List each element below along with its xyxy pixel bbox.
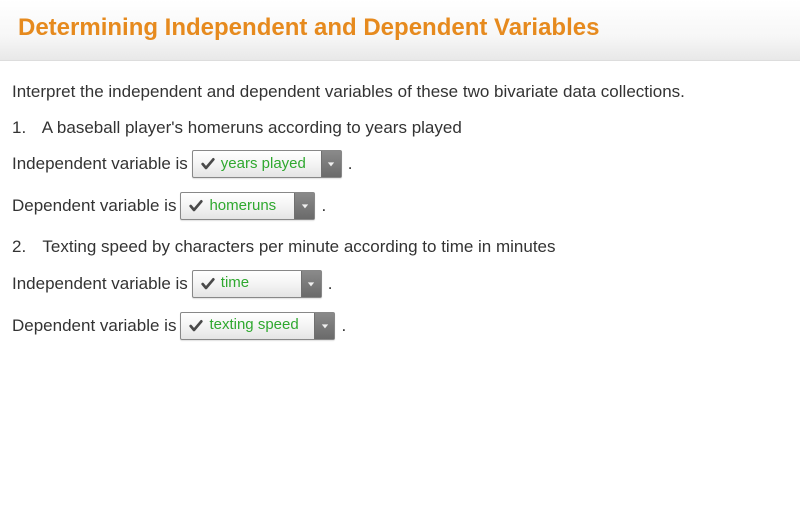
- dependent-label: Dependent variable is: [12, 313, 176, 339]
- dropdown-value: years played: [221, 153, 312, 176]
- item-number: 1.: [12, 115, 38, 141]
- item-prompt: A baseball player's homeruns according t…: [42, 118, 462, 137]
- item-number: 2.: [12, 234, 38, 260]
- q2-dependent-row: Dependent variable is texting speed .: [12, 312, 788, 340]
- page-title: Determining Independent and Dependent Va…: [18, 14, 782, 42]
- chevron-down-icon[interactable]: [314, 313, 334, 339]
- period: .: [321, 193, 326, 219]
- question-2: 2. Texting speed by characters per minut…: [12, 234, 788, 260]
- period: .: [328, 271, 333, 297]
- q2-independent-row: Independent variable is time .: [12, 270, 788, 298]
- chevron-down-icon[interactable]: [294, 193, 314, 219]
- independent-label: Independent variable is: [12, 151, 188, 177]
- dropdown-value: texting speed: [209, 314, 304, 337]
- dropdown-value: homeruns: [209, 195, 282, 218]
- question-1: 1. A baseball player's homeruns accordin…: [12, 115, 788, 141]
- independent-label: Independent variable is: [12, 271, 188, 297]
- q2-independent-dropdown[interactable]: time: [192, 270, 322, 298]
- chevron-down-icon[interactable]: [321, 151, 341, 177]
- check-icon: [199, 155, 217, 173]
- check-icon: [199, 275, 217, 293]
- q1-dependent-row: Dependent variable is homeruns .: [12, 192, 788, 220]
- q1-dependent-dropdown[interactable]: homeruns: [180, 192, 315, 220]
- check-icon: [187, 317, 205, 335]
- period: .: [348, 151, 353, 177]
- q1-independent-dropdown[interactable]: years played: [192, 150, 342, 178]
- dropdown-value: time: [221, 272, 255, 295]
- dependent-label: Dependent variable is: [12, 193, 176, 219]
- content-area: Interpret the independent and dependent …: [0, 61, 800, 372]
- check-icon: [187, 197, 205, 215]
- chevron-down-icon[interactable]: [301, 271, 321, 297]
- instruction-text: Interpret the independent and dependent …: [12, 79, 788, 105]
- q1-independent-row: Independent variable is years played .: [12, 150, 788, 178]
- q2-dependent-dropdown[interactable]: texting speed: [180, 312, 335, 340]
- period: .: [341, 313, 346, 339]
- item-prompt: Texting speed by characters per minute a…: [42, 237, 555, 256]
- header: Determining Independent and Dependent Va…: [0, 0, 800, 61]
